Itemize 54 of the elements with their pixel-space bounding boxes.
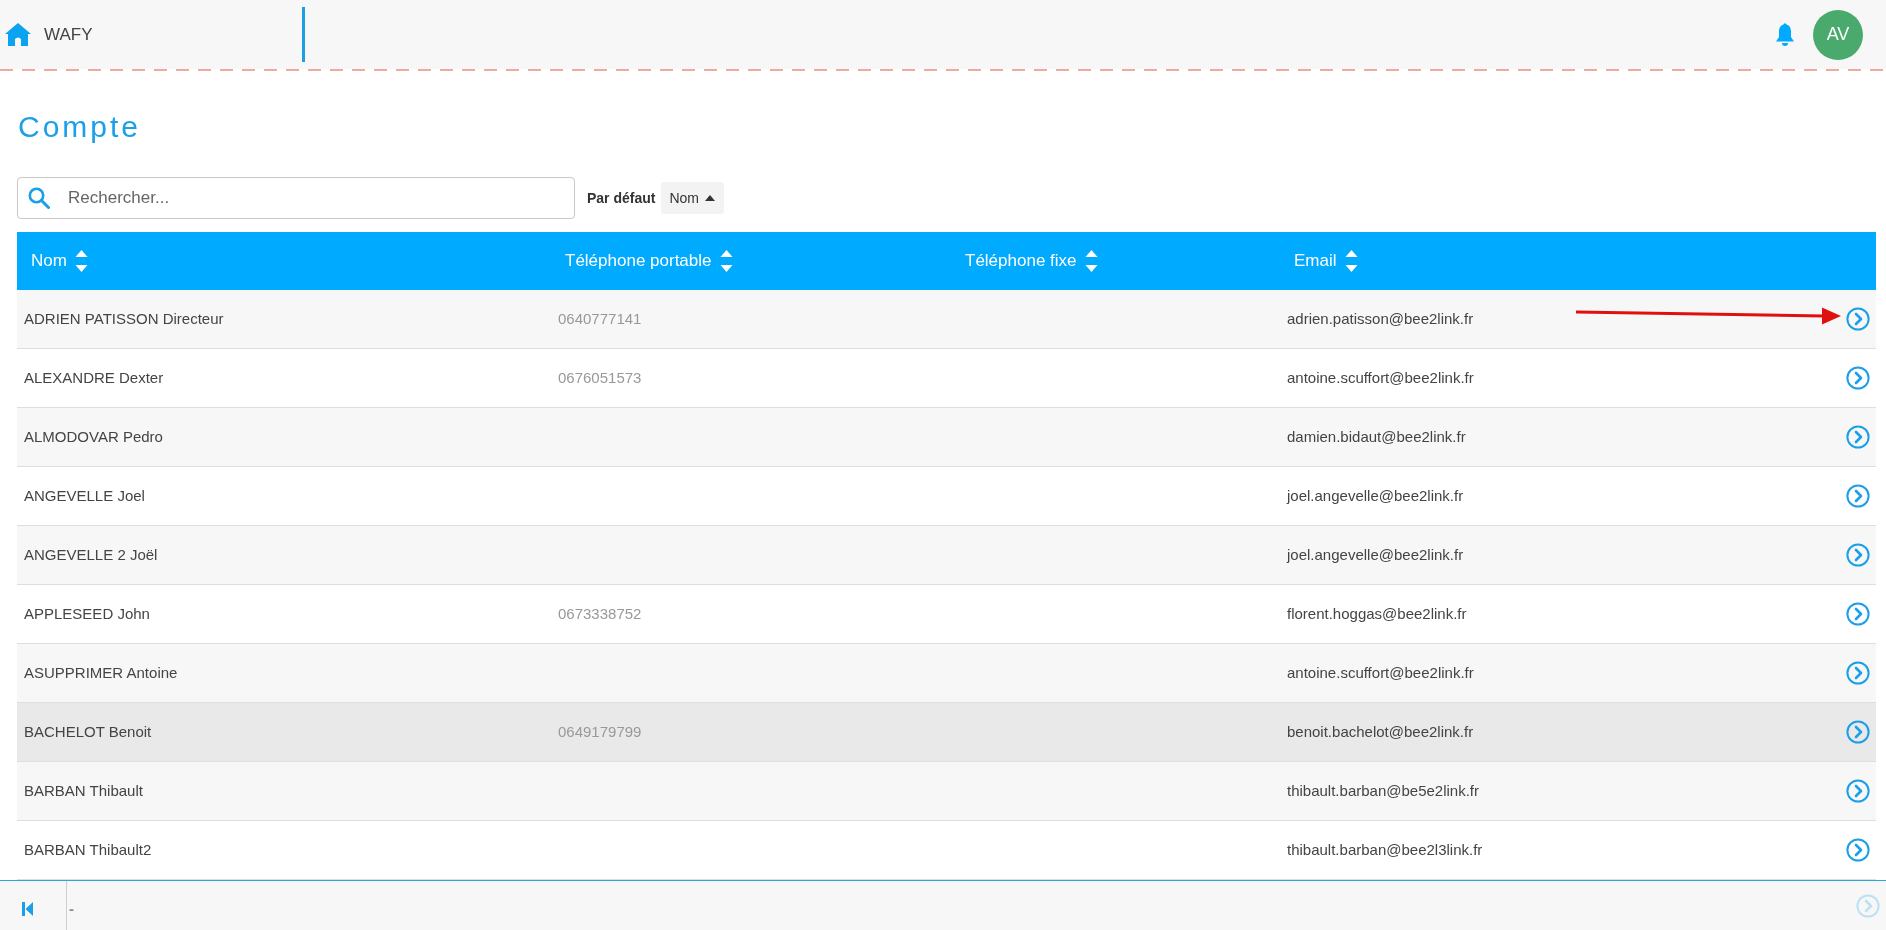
chevron-circle-icon[interactable] — [1846, 661, 1870, 685]
table-cell: antoine.scuffort@bee2link.fr — [1287, 663, 1474, 681]
chevron-circle-icon[interactable] — [1846, 484, 1870, 508]
table-cell: ADRIEN PATISSON Directeur — [24, 309, 224, 327]
sort-icon[interactable] — [1344, 247, 1358, 275]
chevron-circle-icon[interactable] — [1846, 779, 1870, 803]
search-icon — [28, 187, 50, 209]
table-row[interactable]: ANGEVELLE 2 Joël joel.angevelle@bee2link.fr — [17, 526, 1876, 585]
notification-bell-icon[interactable] — [1775, 22, 1795, 47]
table-row[interactable]: BACHELOT Benoit 0649179799 benoit.bachelot@bee2link.fr — [17, 703, 1876, 762]
sort-field-button[interactable]: Nom — [661, 182, 725, 214]
sort-icon[interactable] — [74, 247, 88, 275]
table-cell: thibault.barban@bee2l3link.fr — [1287, 840, 1483, 858]
chevron-circle-icon[interactable] — [1846, 307, 1870, 331]
table-cell: ALEXANDRE Dexter — [24, 368, 164, 386]
sort-label: Par défaut — [587, 188, 656, 208]
table-cell: BARBAN Thibault2 — [24, 840, 152, 858]
sort-icon[interactable] — [1084, 247, 1098, 275]
table-cell: 0673338752 — [558, 604, 642, 622]
home-icon[interactable] — [5, 23, 31, 46]
app-name: WAFY — [44, 23, 93, 46]
chevron-circle-icon[interactable] — [1846, 425, 1870, 449]
chevron-circle-icon[interactable] — [1846, 366, 1870, 390]
table-cell: thibault.barban@be5e2link.fr — [1287, 781, 1480, 799]
table-cell: florent.hoggas@bee2link.fr — [1287, 604, 1467, 622]
table-row[interactable]: ADRIEN PATISSON Directeur 0640777141 adrien.patisson@bee2link.fr — [17, 290, 1876, 349]
table-row[interactable]: ALMODOVAR Pedro damien.bidaut@bee2link.fr — [17, 408, 1876, 467]
table-cell: ASUPPRIMER Antoine — [24, 663, 178, 681]
table-cell: 0649179799 — [558, 722, 642, 740]
chevron-circle-icon[interactable] — [1846, 838, 1870, 862]
chevron-circle-icon[interactable] — [1846, 543, 1870, 567]
sort-icon[interactable] — [719, 247, 733, 275]
table-cell: adrien.patisson@bee2link.fr — [1287, 309, 1474, 327]
chevron-circle-icon[interactable] — [1846, 602, 1870, 626]
table-cell: benoit.bachelot@bee2link.fr — [1287, 722, 1474, 740]
table-cell: APPLESEED John — [24, 604, 150, 622]
table-row[interactable]: BARBAN Thibault thibault.barban@be5e2link.fr — [17, 762, 1876, 821]
page-title: Compte — [18, 109, 143, 145]
table-cell: 0676051573 — [558, 368, 642, 386]
chevron-circle-icon[interactable] — [1846, 720, 1870, 744]
table-cell: antoine.scuffort@bee2link.fr — [1287, 368, 1474, 386]
table-cell: joel.angevelle@bee2link.fr — [1287, 486, 1464, 504]
table-row[interactable]: ASUPPRIMER Antoine antoine.scuffort@bee2link.fr — [17, 644, 1876, 703]
page-info-text: - — [69, 900, 74, 917]
table-cell: ANGEVELLE Joel — [24, 486, 145, 504]
table-cell: ANGEVELLE 2 Joël — [24, 545, 158, 563]
table-cell: damien.bidaut@bee2link.fr — [1287, 427, 1466, 445]
table-cell: joel.angevelle@bee2link.fr — [1287, 545, 1464, 563]
first-page-icon[interactable] — [22, 902, 33, 916]
table-cell: BARBAN Thibault — [24, 781, 143, 799]
search-field[interactable]: Rechercher... — [17, 177, 575, 219]
table-cell: BACHELOT Benoit — [24, 722, 152, 740]
table-cell: 0640777141 — [558, 309, 642, 327]
table-cell: ALMODOVAR Pedro — [24, 427, 163, 445]
